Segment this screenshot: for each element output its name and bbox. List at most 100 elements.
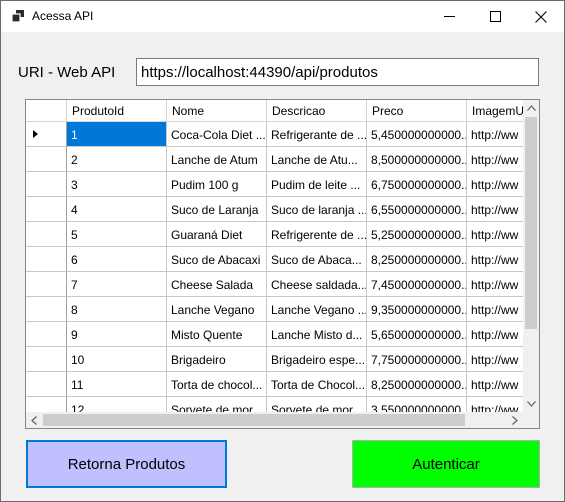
cell-produtoid[interactable]: 5 [67, 222, 167, 247]
table-row[interactable]: 3 Pudim 100 g Pudim de leite ... 6,75000000… [26, 172, 523, 197]
cell-nome[interactable]: Sorvete de mor... [167, 397, 267, 412]
cell-produtoid[interactable]: 2 [67, 147, 167, 172]
row-header[interactable] [26, 172, 67, 197]
scroll-left-icon[interactable] [26, 412, 42, 428]
cell-preco[interactable]: 9,350000000000... [367, 297, 467, 322]
cell-preco[interactable]: 5,650000000000... [367, 322, 467, 347]
cell-produtoid[interactable]: 8 [67, 297, 167, 322]
horizontal-scrollbar[interactable] [26, 412, 523, 428]
vertical-scroll-thumb[interactable] [525, 117, 537, 329]
cell-descricao[interactable]: Pudim de leite ... [267, 172, 367, 197]
row-header[interactable] [26, 147, 67, 172]
row-header[interactable] [26, 297, 67, 322]
table-row[interactable]: 12 Sorvete de mor... Sorvete de mor... 3,55… [26, 397, 523, 412]
close-button[interactable] [518, 1, 564, 32]
maximize-button[interactable] [472, 1, 518, 32]
cell-imagemurl[interactable]: http://ww [467, 147, 523, 172]
cell-imagemurl[interactable]: http://ww [467, 372, 523, 397]
table-row[interactable]: 10 Brigadeiro Brigadeiro espe... 7,75000000… [26, 347, 523, 372]
column-header-produtoid[interactable]: ProdutoId [67, 100, 167, 122]
cell-imagemurl[interactable]: http://ww [467, 272, 523, 297]
column-header-preco[interactable]: Preco [367, 100, 467, 122]
column-header-nome[interactable]: Nome [167, 100, 267, 122]
table-row[interactable]: 8 Lanche Vegano Lanche Vegano ... 9,3500000… [26, 297, 523, 322]
cell-descricao[interactable]: Torta de Chocol... [267, 372, 367, 397]
uri-input[interactable] [136, 58, 539, 86]
products-grid[interactable]: ProdutoId Nome Descricao Preco ImagemU 1… [25, 99, 540, 429]
cell-imagemurl[interactable]: http://ww [467, 247, 523, 272]
cell-produtoid[interactable]: 4 [67, 197, 167, 222]
table-row[interactable]: 1 Coca-Cola Diet ... Refrigerante de ... 5,… [26, 122, 523, 147]
cell-descricao[interactable]: Brigadeiro espe... [267, 347, 367, 372]
cell-preco[interactable]: 6,750000000000... [367, 172, 467, 197]
cell-preco[interactable]: 7,750000000000... [367, 347, 467, 372]
table-row[interactable]: 4 Suco de Laranja Suco de laranja ... 6,550… [26, 197, 523, 222]
cell-produtoid[interactable]: 3 [67, 172, 167, 197]
cell-preco[interactable]: 3,550000000000... [367, 397, 467, 412]
cell-descricao[interactable]: Lanche Misto d... [267, 322, 367, 347]
cell-descricao[interactable]: Refrigerante de ... [267, 122, 367, 147]
cell-imagemurl[interactable]: http://ww [467, 322, 523, 347]
cell-imagemurl[interactable]: http://ww [467, 347, 523, 372]
cell-descricao[interactable]: Sorvete de mor... [267, 397, 367, 412]
cell-produtoid[interactable]: 11 [67, 372, 167, 397]
scroll-right-icon[interactable] [507, 412, 523, 428]
cell-imagemurl[interactable]: http://ww [467, 122, 523, 147]
table-row[interactable]: 6 Suco de Abacaxi Suco de Abaca... 8,250000… [26, 247, 523, 272]
cell-nome[interactable]: Suco de Abacaxi [167, 247, 267, 272]
cell-nome[interactable]: Guaraná Diet [167, 222, 267, 247]
table-row[interactable]: 2 Lanche de Atum Lanche de Atu... 8,5000000… [26, 147, 523, 172]
cell-imagemurl[interactable]: http://ww [467, 397, 523, 412]
cell-imagemurl[interactable]: http://ww [467, 197, 523, 222]
row-header[interactable] [26, 122, 67, 147]
title-bar[interactable]: Acessa API [1, 1, 564, 32]
cell-descricao[interactable]: Suco de laranja ... [267, 197, 367, 222]
cell-produtoid[interactable]: 1 [67, 122, 167, 147]
cell-nome[interactable]: Lanche de Atum [167, 147, 267, 172]
cell-preco[interactable]: 7,450000000000... [367, 272, 467, 297]
cell-nome[interactable]: Pudim 100 g [167, 172, 267, 197]
column-header-descricao[interactable]: Descricao [267, 100, 367, 122]
cell-imagemurl[interactable]: http://ww [467, 222, 523, 247]
cell-descricao[interactable]: Lanche Vegano ... [267, 297, 367, 322]
cell-imagemurl[interactable]: http://ww [467, 172, 523, 197]
cell-produtoid[interactable]: 9 [67, 322, 167, 347]
cell-nome[interactable]: Brigadeiro [167, 347, 267, 372]
cell-preco[interactable]: 5,250000000000... [367, 222, 467, 247]
table-row[interactable]: 7 Cheese Salada Cheese saldada... 7,4500000… [26, 272, 523, 297]
cell-nome[interactable]: Torta de chocol... [167, 372, 267, 397]
table-row[interactable]: 9 Misto Quente Lanche Misto d... 5,65000000… [26, 322, 523, 347]
cell-preco[interactable]: 8,500000000000... [367, 147, 467, 172]
cell-descricao[interactable]: Cheese saldada... [267, 272, 367, 297]
cell-preco[interactable]: 8,250000000000... [367, 247, 467, 272]
cell-preco[interactable]: 5,450000000000... [367, 122, 467, 147]
cell-descricao[interactable]: Lanche de Atu... [267, 147, 367, 172]
cell-descricao[interactable]: Suco de Abaca... [267, 247, 367, 272]
cell-produtoid[interactable]: 10 [67, 347, 167, 372]
autenticar-button[interactable]: Autenticar [352, 440, 540, 488]
cell-nome[interactable]: Cheese Salada [167, 272, 267, 297]
cell-nome[interactable]: Coca-Cola Diet ... [167, 122, 267, 147]
cell-imagemurl[interactable]: http://ww [467, 297, 523, 322]
column-header-imagemurl[interactable]: ImagemU [467, 100, 523, 122]
scroll-down-icon[interactable] [523, 396, 539, 412]
cell-nome[interactable]: Suco de Laranja [167, 197, 267, 222]
row-header[interactable] [26, 347, 67, 372]
cell-nome[interactable]: Misto Quente [167, 322, 267, 347]
cell-descricao[interactable]: Refrigerente de ... [267, 222, 367, 247]
row-header[interactable] [26, 222, 67, 247]
row-header[interactable] [26, 247, 67, 272]
retorna-produtos-button[interactable]: Retorna Produtos [26, 440, 227, 488]
minimize-button[interactable] [426, 1, 472, 32]
cell-nome[interactable]: Lanche Vegano [167, 297, 267, 322]
row-header[interactable] [26, 397, 67, 412]
row-header[interactable] [26, 372, 67, 397]
row-header[interactable] [26, 197, 67, 222]
vertical-scrollbar[interactable] [523, 100, 539, 412]
row-header-corner[interactable] [26, 100, 67, 122]
row-header[interactable] [26, 272, 67, 297]
cell-produtoid[interactable]: 12 [67, 397, 167, 412]
cell-preco[interactable]: 8,250000000000... [367, 372, 467, 397]
scroll-up-icon[interactable] [523, 100, 539, 116]
horizontal-scroll-thumb[interactable] [43, 414, 465, 426]
